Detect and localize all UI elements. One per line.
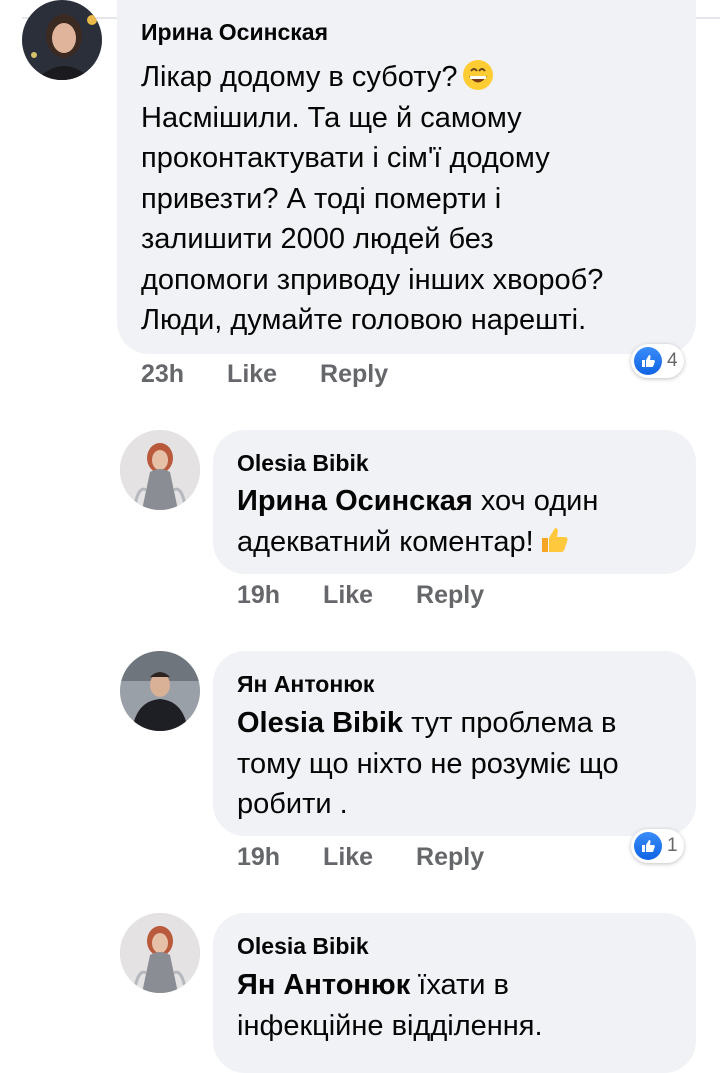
mention-link[interactable]: Ян Антонюк — [237, 969, 410, 1001]
reaction-count[interactable]: 1 — [631, 829, 684, 863]
avatar[interactable] — [22, 0, 102, 80]
comment-author[interactable]: Olesia Bibik — [237, 450, 369, 477]
comment-text: Лікар додому в суботу? Насмішили. Та ще … — [141, 59, 604, 336]
comment-text: Ян Антонюк їхати в інфекційне відділення… — [237, 969, 543, 1042]
like-icon — [634, 832, 662, 860]
like-icon — [634, 347, 662, 375]
avatar[interactable] — [120, 651, 200, 731]
timestamp[interactable]: 19h — [237, 843, 280, 871]
comment-author[interactable]: Ирина Осинская — [141, 19, 328, 46]
mention-link[interactable]: Olesia Bibik — [237, 707, 403, 739]
comment-meta: 23h Like Reply — [141, 360, 388, 389]
reply-button[interactable]: Reply — [416, 581, 484, 609]
comment-text: Ирина Осинская хоч один адекватний комен… — [237, 485, 599, 558]
thumbs-up-emoji — [538, 524, 570, 556]
reply-button[interactable]: Reply — [320, 360, 388, 388]
like-button[interactable]: Like — [323, 581, 373, 609]
comment-author[interactable]: Olesia Bibik — [237, 933, 369, 960]
comment-meta: 19h Like Reply — [237, 843, 484, 872]
timestamp[interactable]: 19h — [237, 581, 280, 609]
comment-author[interactable]: Ян Антонюк — [237, 671, 374, 698]
like-button[interactable]: Like — [323, 843, 373, 871]
reply-button[interactable]: Reply — [416, 843, 484, 871]
avatar[interactable] — [120, 913, 200, 993]
reaction-count[interactable]: 4 — [631, 344, 684, 378]
grinning-face-emoji — [462, 59, 494, 91]
like-button[interactable]: Like — [227, 360, 277, 388]
comment-text: Olesia Bibik тут проблема в тому що ніхт… — [237, 707, 619, 820]
mention-link[interactable]: Ирина Осинская — [237, 485, 473, 517]
timestamp[interactable]: 23h — [141, 360, 184, 388]
avatar[interactable] — [120, 430, 200, 510]
comment-meta: 19h Like Reply — [237, 581, 484, 610]
